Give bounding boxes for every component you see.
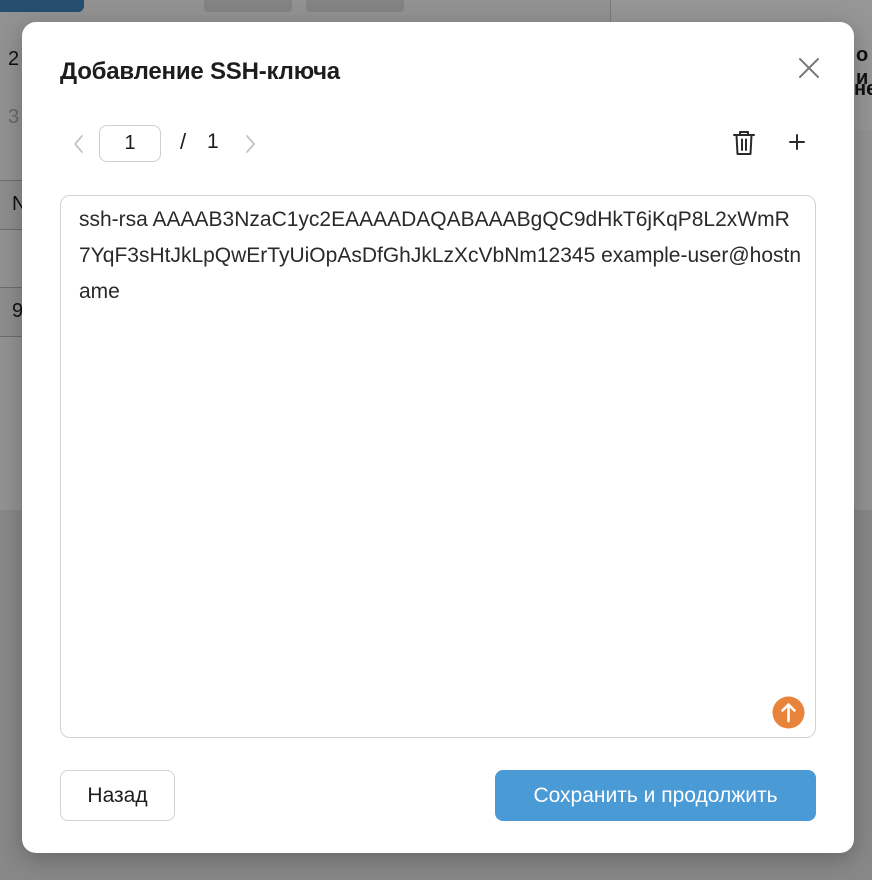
arrow-up-icon xyxy=(772,696,805,729)
ssh-key-text[interactable]: ssh-rsa AAAAB3NzaC1yc2EAAAADAQABAAABgQC9… xyxy=(79,202,801,310)
upload-key-button[interactable] xyxy=(772,696,805,729)
back-button[interactable]: Назад xyxy=(60,770,175,821)
plus-icon xyxy=(789,134,805,150)
current-key-page-input[interactable] xyxy=(99,125,161,162)
chevron-right-icon xyxy=(246,135,255,153)
pager-separator: / xyxy=(180,129,187,154)
delete-key-button[interactable] xyxy=(732,129,756,157)
chevron-left-icon xyxy=(74,135,83,153)
add-ssh-key-dialog: Добавление SSH-ключа / 1 ssh-rsa AAAA xyxy=(22,22,854,853)
trash-icon xyxy=(733,131,755,155)
add-key-button[interactable] xyxy=(786,131,808,153)
save-and-continue-button[interactable]: Сохранить и продолжить xyxy=(495,770,816,821)
previous-key-button[interactable] xyxy=(68,132,90,156)
next-key-button[interactable] xyxy=(239,132,261,156)
dialog-title: Добавление SSH-ключа xyxy=(60,58,340,85)
pager-total-count: 1 xyxy=(207,130,219,153)
close-button[interactable] xyxy=(796,55,822,81)
close-icon xyxy=(799,58,819,78)
ssh-key-textarea[interactable]: ssh-rsa AAAAB3NzaC1yc2EAAAADAQABAAABgQC9… xyxy=(60,195,816,738)
